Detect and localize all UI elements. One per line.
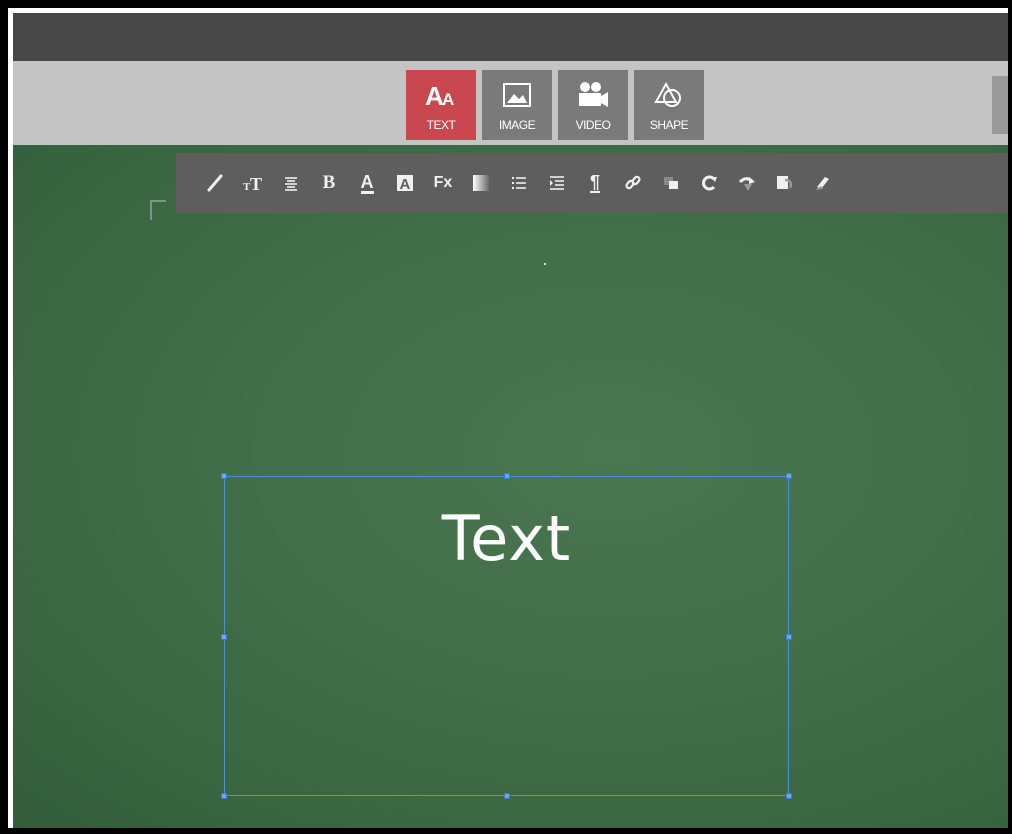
font-color-glyph: A bbox=[360, 171, 374, 194]
layer-icon[interactable] bbox=[652, 164, 690, 202]
brush-icon[interactable] bbox=[196, 164, 234, 202]
side-panel-stub[interactable] bbox=[992, 76, 1008, 134]
video-button-label: VIDEO bbox=[575, 118, 611, 132]
video-camera-icon bbox=[558, 78, 628, 112]
svg-text:T: T bbox=[250, 174, 262, 192]
forward-icon[interactable] bbox=[728, 164, 766, 202]
canvas-speck bbox=[544, 263, 546, 265]
image-button-label: IMAGE bbox=[498, 118, 536, 132]
resize-handle-left[interactable] bbox=[221, 634, 227, 640]
duplicate-icon[interactable] bbox=[766, 164, 804, 202]
font-size-icon[interactable]: TT bbox=[234, 164, 272, 202]
bold-icon[interactable]: B bbox=[310, 164, 348, 202]
link-icon[interactable] bbox=[614, 164, 652, 202]
align-center-icon[interactable] bbox=[272, 164, 310, 202]
shape-icon bbox=[634, 78, 704, 112]
indent-icon[interactable] bbox=[538, 164, 576, 202]
resize-handle-top-right[interactable] bbox=[786, 473, 792, 479]
text-background-icon[interactable]: A bbox=[386, 164, 424, 202]
shape-button-label: SHAPE bbox=[649, 118, 689, 132]
title-bar bbox=[13, 13, 1008, 61]
resize-handle-top[interactable] bbox=[504, 473, 510, 479]
text-button-label: TEXT bbox=[426, 118, 456, 132]
resize-handle-bottom[interactable] bbox=[504, 793, 510, 799]
image-button[interactable]: IMAGE bbox=[482, 70, 552, 140]
gradient-icon[interactable] bbox=[462, 164, 500, 202]
format-toolbar: TT B A A Fx ¶ bbox=[176, 153, 1008, 213]
image-icon bbox=[482, 78, 552, 112]
svg-text:A: A bbox=[442, 90, 454, 109]
bold-glyph: B bbox=[322, 172, 336, 193]
text-aa-icon: AA bbox=[406, 78, 476, 112]
window-frame: AA TEXT IMAGE VIDEO SHAPE T T B A A Fx ¶… bbox=[0, 0, 1012, 834]
text-box-content[interactable]: Text bbox=[225, 502, 788, 575]
text-button[interactable]: AA TEXT bbox=[406, 70, 476, 140]
resize-handle-bottom-left[interactable] bbox=[221, 793, 227, 799]
selected-text-box[interactable]: Text bbox=[221, 473, 792, 799]
resize-handle-top-left[interactable] bbox=[221, 473, 227, 479]
bullet-list-icon[interactable] bbox=[500, 164, 538, 202]
video-button[interactable]: VIDEO bbox=[558, 70, 628, 140]
clear-format-icon[interactable]: Fx bbox=[424, 164, 462, 202]
paragraph-icon[interactable]: ¶ bbox=[576, 164, 614, 202]
chalkboard-canvas[interactable]: TT B A A Fx ¶ Text bbox=[13, 145, 1008, 828]
paragraph-glyph: ¶ bbox=[589, 172, 600, 193]
shape-button[interactable]: SHAPE bbox=[634, 70, 704, 140]
rotate-icon[interactable] bbox=[690, 164, 728, 202]
insert-toolbar: AA TEXT IMAGE VIDEO SHAPE bbox=[13, 61, 1008, 145]
crop-corner-marker bbox=[150, 200, 166, 220]
clear-format-glyph: Fx bbox=[433, 174, 453, 191]
delete-icon[interactable] bbox=[804, 164, 842, 202]
resize-handle-right[interactable] bbox=[786, 634, 792, 640]
font-color-icon[interactable]: A bbox=[348, 164, 386, 202]
editor-window: AA TEXT IMAGE VIDEO SHAPE T T B A A Fx ¶… bbox=[8, 8, 1008, 828]
resize-handle-bottom-right[interactable] bbox=[786, 793, 792, 799]
svg-text:A: A bbox=[400, 176, 411, 192]
